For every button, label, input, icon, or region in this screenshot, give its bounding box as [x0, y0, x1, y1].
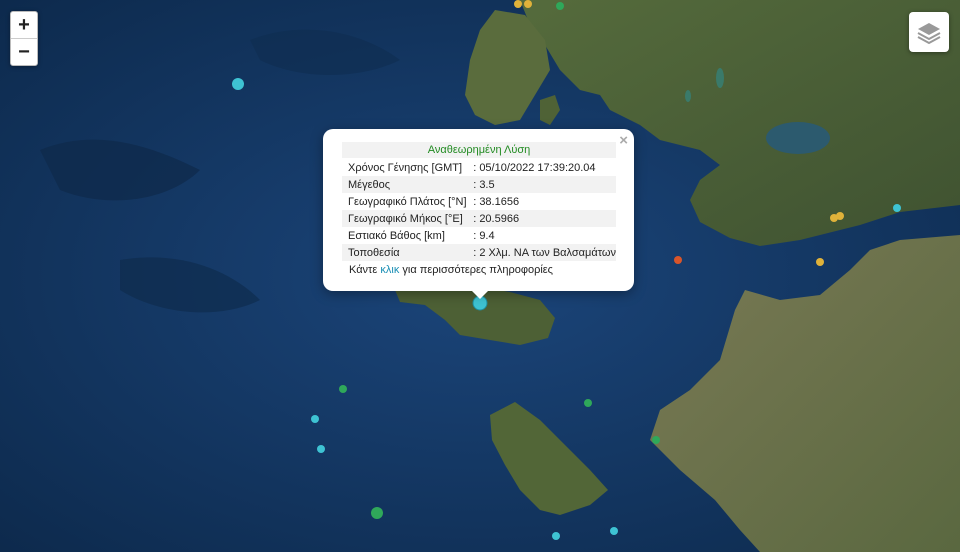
table-row: Χρόνος Γένησης [GMT] : 05/10/2022 17:39:2… — [342, 159, 616, 176]
earthquake-popup: × Αναθεωρημένη Λύση Χρόνος Γένησης [GMT]… — [323, 129, 634, 291]
earthquake-marker[interactable] — [524, 0, 532, 8]
row-value: : 3.5 — [467, 176, 616, 193]
earthquake-marker[interactable] — [371, 507, 383, 519]
earthquake-marker[interactable] — [311, 415, 319, 423]
more-prefix: Κάντε — [349, 264, 381, 276]
table-row: Μέγεθος: 3.5 — [342, 176, 616, 193]
popup-tip — [470, 289, 490, 299]
earthquake-marker[interactable] — [610, 527, 618, 535]
earthquake-marker[interactable] — [514, 0, 522, 8]
more-suffix: για περισσότερες πληροφορίες — [399, 264, 553, 276]
earthquake-marker[interactable] — [552, 532, 560, 540]
zoom-in-button[interactable]: + — [11, 12, 37, 38]
earthquake-marker[interactable] — [836, 212, 844, 220]
row-value: : 20.5966 — [467, 210, 616, 227]
table-row: Τοποθεσία: 2 Χλμ. ΝΑ των Βαλσαμάτων — [342, 244, 616, 261]
row-label: Τοποθεσία — [342, 244, 468, 261]
more-info-link[interactable]: κλικ — [380, 264, 399, 276]
row-label: Γεωγραφικό Μήκος [°E] — [342, 210, 468, 227]
lake — [716, 68, 724, 88]
earthquake-marker[interactable] — [893, 204, 901, 212]
row-label: Χρόνος Γένησης [GMT] — [348, 161, 463, 174]
earthquake-marker[interactable] — [317, 445, 325, 453]
more-info-text: Κάντε κλικ για περισσότερες πληροφορίες — [349, 264, 553, 276]
layers-button[interactable] — [909, 12, 949, 52]
earthquake-marker[interactable] — [816, 258, 824, 266]
earthquake-marker[interactable] — [556, 2, 564, 10]
table-row: Γεωγραφικό Πλάτος [°N] : 38.1656 — [342, 193, 616, 210]
earthquake-marker[interactable] — [674, 256, 682, 264]
earthquake-marker[interactable] — [339, 385, 347, 393]
row-label: Εστιακό Βάθος [km] — [348, 229, 445, 242]
row-value: : 38.1656 — [473, 195, 520, 208]
layers-icon — [917, 23, 941, 45]
earthquake-marker[interactable] — [584, 399, 592, 407]
row-label: Γεωγραφικό Πλάτος [°N] — [348, 195, 467, 208]
lake — [766, 122, 830, 154]
row-label: Μέγεθος — [342, 176, 468, 193]
zoom-out-button[interactable]: − — [11, 38, 37, 65]
details-table: Χρόνος Γένησης [GMT] : 05/10/2022 17:39:2… — [342, 159, 616, 261]
row-value: : 05/10/2022 17:39:20.04 — [473, 161, 596, 174]
zoom-control: + − — [10, 11, 38, 66]
table-row: Εστιακό Βάθος [km] : 9.4 — [342, 227, 616, 244]
row-value: : 9.4 — [473, 229, 495, 242]
earthquake-marker[interactable] — [652, 436, 660, 444]
popup-title: Αναθεωρημένη Λύση — [342, 142, 616, 158]
lake — [685, 90, 691, 102]
table-row: Γεωγραφικό Μήκος [°E]: 20.5966 — [342, 210, 616, 227]
earthquake-marker[interactable] — [232, 78, 244, 90]
close-icon[interactable]: × — [619, 132, 628, 149]
row-value: : 2 Χλμ. ΝΑ των Βαλσαμάτων — [467, 244, 616, 261]
